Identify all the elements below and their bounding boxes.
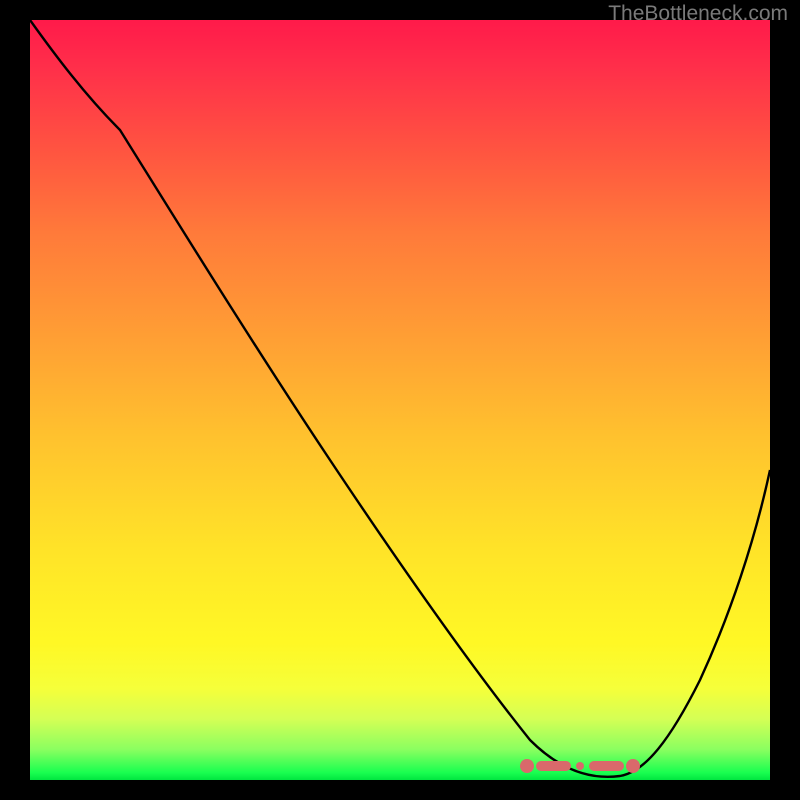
marker-segment [536,761,571,771]
marker-right-cap [626,759,640,773]
marker-segment [589,761,624,771]
marker-dot [576,762,584,770]
chart-plot-area [30,20,770,780]
attribution-text: TheBottleneck.com [608,2,788,26]
marker-left-cap [520,759,534,773]
bottleneck-curve-path [30,20,770,777]
bottleneck-curve-svg [30,20,770,780]
optimal-range-marker [520,758,640,774]
